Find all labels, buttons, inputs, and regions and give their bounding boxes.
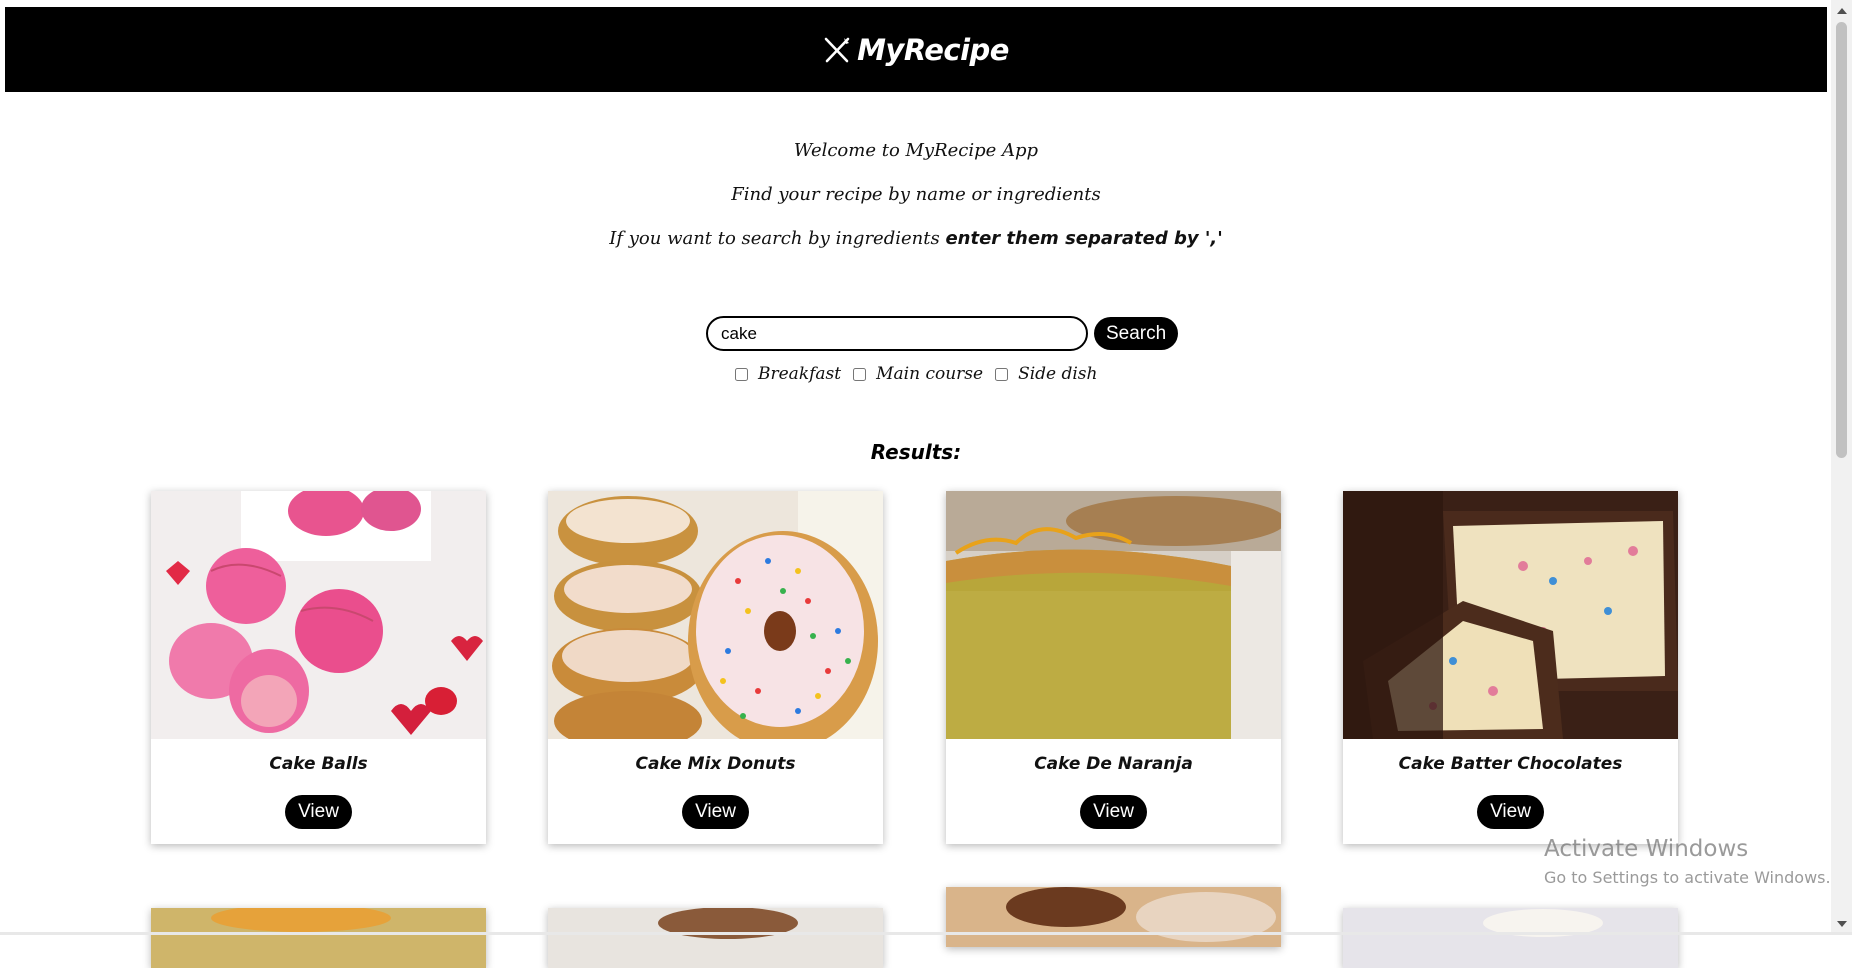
welcome-text: Welcome to MyRecipe App xyxy=(793,140,1039,161)
recipe-card-partial xyxy=(151,908,486,968)
activate-windows-watermark: Activate Windows Go to Settings to activ… xyxy=(1544,836,1831,887)
breakfast-checkbox[interactable] xyxy=(735,367,748,381)
orange-cake-slice-photo xyxy=(946,491,1281,739)
recipe-card-partial xyxy=(548,908,883,968)
sprinkle-donuts-photo xyxy=(548,491,883,739)
side-dish-checkbox[interactable] xyxy=(995,367,1009,381)
recipe-name: Cake Balls xyxy=(269,754,368,774)
search-bar: Search xyxy=(706,316,1179,351)
view-button[interactable]: View xyxy=(285,795,352,829)
ingredients-hint-bold: enter them separated by ',' xyxy=(945,228,1223,249)
ingredients-hint-prefix: If you want to search by ingredients xyxy=(609,228,940,249)
filter-main-course[interactable]: Main course xyxy=(853,364,983,384)
recipe-name: Cake Mix Donuts xyxy=(635,754,796,774)
breakfast-label: Breakfast xyxy=(758,364,842,384)
chocolate-bites-photo xyxy=(1343,491,1678,739)
ingredients-hint: If you want to search by ingredients ent… xyxy=(0,228,1832,250)
brand[interactable]: MyRecipe xyxy=(823,33,1009,67)
recipe-card: Cake Mix Donuts View xyxy=(548,491,883,844)
app-header: MyRecipe xyxy=(5,7,1827,92)
main-course-checkbox[interactable] xyxy=(853,367,867,381)
results-heading: Results: xyxy=(870,440,962,464)
search-button[interactable]: Search xyxy=(1094,317,1179,350)
recipe-card-partial xyxy=(1343,908,1678,968)
view-button[interactable]: View xyxy=(1080,795,1147,829)
side-dish-label: Side dish xyxy=(1018,364,1098,384)
watermark-subtitle: Go to Settings to activate Windows. xyxy=(1544,868,1831,887)
recipe-card: Cake Balls View xyxy=(151,491,486,844)
instructions-text: Find your recipe by name or ingredients xyxy=(731,184,1101,205)
meal-type-filters: Breakfast Main course Side dish xyxy=(735,364,1109,384)
vertical-scrollbar[interactable] xyxy=(1831,0,1852,935)
pink-cake-balls-photo xyxy=(151,491,486,739)
watermark-title: Activate Windows xyxy=(1544,836,1749,862)
recipe-card: Cake De Naranja View xyxy=(946,491,1281,844)
intro-text: Welcome to MyRecipe App Find your recipe… xyxy=(0,140,1832,272)
search-input[interactable] xyxy=(706,316,1088,351)
filter-breakfast[interactable]: Breakfast xyxy=(735,364,841,384)
filter-side-dish[interactable]: Side dish xyxy=(995,364,1097,384)
recipe-card: Cake Batter Chocolates View xyxy=(1343,491,1678,844)
app-title: MyRecipe xyxy=(857,32,1009,67)
scroll-down-arrow-icon[interactable] xyxy=(1837,921,1847,927)
recipe-card-partial xyxy=(946,887,1281,947)
recipe-name: Cake Batter Chocolates xyxy=(1398,754,1623,774)
fork-knife-icon xyxy=(823,36,851,64)
scrollbar-thumb[interactable] xyxy=(1836,22,1847,458)
main-course-label: Main course xyxy=(876,364,984,384)
view-button[interactable]: View xyxy=(1477,795,1544,829)
recipe-name: Cake De Naranja xyxy=(1034,754,1193,774)
view-button[interactable]: View xyxy=(682,795,749,829)
scroll-up-arrow-icon[interactable] xyxy=(1837,8,1847,14)
